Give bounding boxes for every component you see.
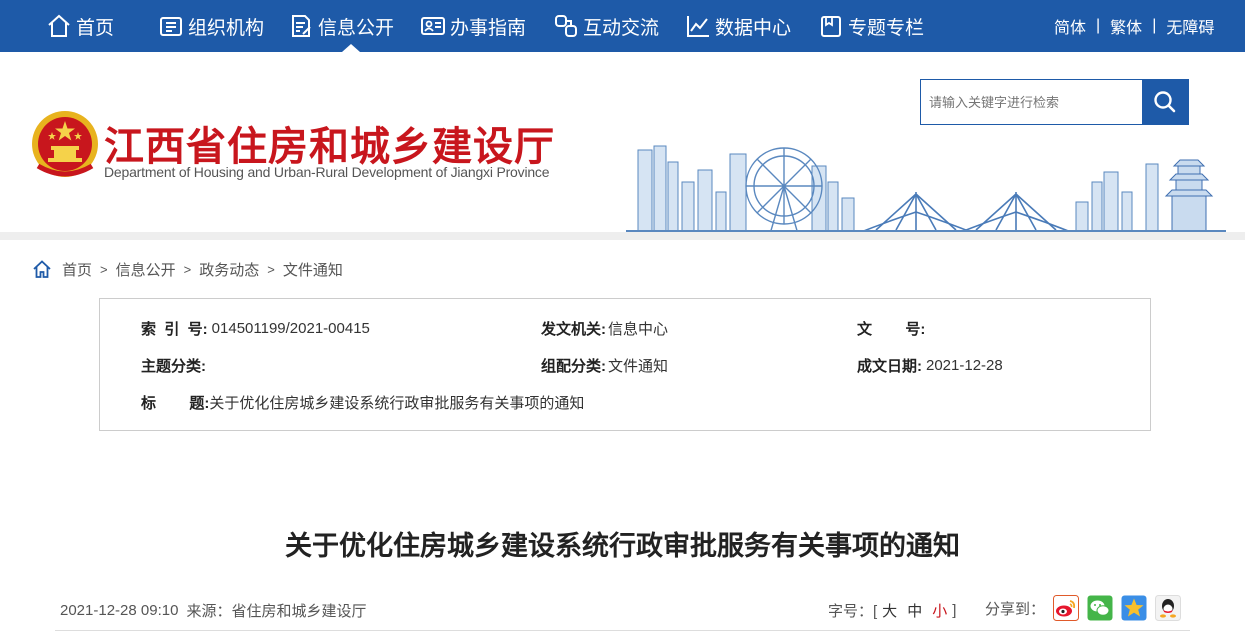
line-chart-icon [685, 13, 711, 39]
font-size-control: 字号：[ 大 中 小 ] [828, 598, 956, 622]
nav-item-label: 首页 [76, 17, 115, 39]
breadcrumb-document-notice[interactable]: 文件通知 [283, 259, 343, 280]
meta-divider [55, 630, 1190, 631]
org-chart-icon [158, 13, 184, 39]
site-header: 江西省住房和城乡建设厅 Department of Housing and Ur… [0, 52, 1245, 234]
share-label: 分享到： [985, 600, 1046, 618]
national-emblem-icon[interactable] [30, 108, 100, 182]
topic-category-field: 主题分类: [141, 354, 206, 376]
qq-icon[interactable] [1155, 595, 1182, 621]
home-icon [46, 13, 72, 39]
header-divider-band [0, 232, 1245, 240]
document-metadata-box: 索 引 号: 014501199/2021-00415 发文机关: 信息中心 文… [99, 298, 1151, 431]
search-button[interactable] [1142, 80, 1188, 124]
nav-item-data-center[interactable]: 数据中心 [685, 0, 791, 52]
nav-item-organization[interactable]: 组织机构 [158, 0, 264, 52]
nav-item-label: 互动交流 [583, 17, 660, 39]
font-size-large-button[interactable]: 大 [882, 600, 897, 621]
field-label: 索 引 号: [141, 320, 208, 338]
share-bar: 分享到： [985, 594, 1182, 622]
title-field: 标 题: 关于优化住房城乡建设系统行政审批服务有关事项的通知 [141, 391, 584, 413]
chat-link-icon [553, 13, 579, 39]
font-size-bracket: ] [952, 601, 957, 619]
field-value: 关于优化住房城乡建设系统行政审批服务有关事项的通知 [209, 394, 585, 412]
qzone-icon[interactable] [1121, 595, 1147, 621]
lang-separator: | [1152, 17, 1157, 34]
field-value: 014501199/2021-00415 [211, 319, 370, 337]
folder-icon [818, 13, 844, 39]
field-label: 成文日期: [857, 357, 922, 375]
breadcrumb-separator: > [183, 261, 192, 277]
nav-item-label: 专题专栏 [848, 17, 925, 39]
nav-item-label: 组织机构 [188, 17, 265, 39]
nav-item-special-topics[interactable]: 专题专栏 [818, 0, 924, 52]
search-icon [1154, 91, 1176, 113]
weibo-icon[interactable] [1053, 595, 1080, 621]
breadcrumb-info-disclosure[interactable]: 信息公开 [116, 259, 176, 280]
field-value: 2021-12-28 [926, 356, 1003, 374]
accessibility-link[interactable]: 无障碍 [1166, 14, 1214, 38]
field-value: 信息中心 [608, 320, 669, 338]
field-label: 发文机关: [541, 320, 606, 338]
language-switcher: 简体 | 繁体 | 无障碍 [1054, 0, 1214, 52]
assignment-category-field: 组配分类: 文件通知 [541, 354, 668, 376]
traditional-chinese-link[interactable]: 繁体 [1110, 14, 1142, 38]
article-title: 关于优化住房城乡建设系统行政审批服务有关事项的通知 [285, 531, 960, 562]
site-subtitle: Department of Housing and Urban-Rural De… [104, 164, 550, 180]
nav-item-info-disclosure[interactable]: 信息公开 [288, 0, 394, 52]
article-source: 来源：省住房和城乡建设厅 [186, 602, 367, 620]
creation-date-field: 成文日期: 2021-12-28 [857, 354, 1003, 376]
nav-item-service-guide[interactable]: 办事指南 [420, 0, 526, 52]
top-navigation-bar: 首页 组织机构 信息公开 办事指南 互动交流 数据中心 专题专栏 简体 | 繁体… [0, 0, 1245, 52]
simplified-chinese-link[interactable]: 简体 [1054, 14, 1086, 38]
field-label: 主题分类: [141, 357, 206, 375]
nav-item-label: 办事指南 [450, 17, 527, 39]
wechat-icon[interactable] [1087, 595, 1113, 621]
document-edit-icon [288, 13, 314, 39]
font-size-label: 字号：[ [828, 602, 878, 620]
document-number-field: 文 号: [857, 317, 925, 339]
breadcrumb-separator: > [267, 261, 275, 277]
home-icon [33, 260, 51, 278]
id-card-icon [420, 13, 446, 39]
field-label: 文 号: [857, 320, 926, 338]
issuing-authority-field: 发文机关: 信息中心 [541, 317, 668, 339]
nav-item-label: 数据中心 [715, 17, 792, 39]
nav-item-home[interactable]: 首页 [46, 0, 114, 52]
breadcrumb-government-news[interactable]: 政务动态 [199, 259, 259, 280]
city-skyline-illustration [626, 145, 1226, 234]
search-input[interactable] [921, 80, 1142, 124]
field-label: 标 题: [141, 394, 210, 412]
search-box [920, 79, 1189, 125]
lang-separator: | [1096, 17, 1101, 34]
breadcrumb-home[interactable]: 首页 [62, 259, 92, 280]
nav-item-label: 信息公开 [318, 17, 395, 39]
breadcrumb: 首页 > 信息公开 > 政务动态 > 文件通知 [32, 258, 343, 280]
active-nav-caret [342, 44, 360, 52]
nav-item-interaction[interactable]: 互动交流 [553, 0, 659, 52]
article-meta: 2021-12-28 09:10 来源：省住房和城乡建设厅 [60, 598, 366, 622]
index-number-field: 索 引 号: 014501199/2021-00415 [141, 317, 370, 339]
font-size-medium-button[interactable]: 中 [907, 600, 922, 621]
font-size-small-button[interactable]: 小 [932, 600, 947, 621]
breadcrumb-separator: > [100, 261, 108, 277]
field-value: 文件通知 [608, 357, 669, 375]
publish-datetime: 2021-12-28 09:10 [60, 601, 179, 619]
field-label: 组配分类: [541, 357, 606, 375]
